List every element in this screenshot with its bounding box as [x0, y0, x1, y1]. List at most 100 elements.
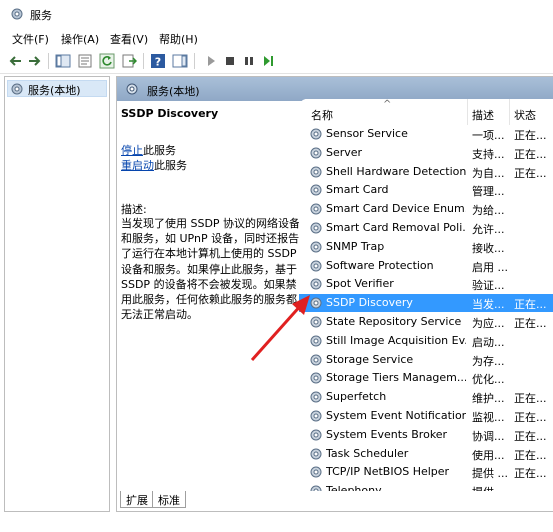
service-name: Smart Card Removal Poli... [326, 221, 466, 234]
panel-header-title: 服务(本地) [147, 85, 200, 98]
service-status: 正在... [514, 129, 547, 142]
service-row[interactable]: Shell Hardware Detection 为自... 正在... [299, 163, 553, 181]
services-list[interactable]: ^ 名称 描述 状态 Sensor Service 一项... 正在... Serve… [299, 99, 553, 491]
service-name: TCP/IP NetBIOS Helper [326, 465, 450, 479]
stop-service-row: 停止此服务 [121, 142, 176, 158]
service-gear-icon [310, 128, 322, 140]
service-row[interactable]: Task Scheduler 使用... 正在... [299, 445, 553, 463]
service-row[interactable]: Spot Verifier 验证... [299, 275, 553, 293]
service-description: 允许... [472, 223, 505, 236]
show-hide-action-pane-icon[interactable] [172, 53, 188, 69]
menu-view[interactable]: 查看(V) [110, 31, 148, 47]
service-gear-icon [310, 466, 322, 478]
menu-action[interactable]: 操作(A) [61, 31, 99, 47]
menu-bar: 文件(F) 操作(A) 查看(V) 帮助(H) [0, 28, 553, 48]
service-gear-icon [310, 391, 322, 403]
service-name: Smart Card [326, 183, 389, 197]
properties-sheet-icon[interactable] [77, 53, 93, 69]
description-label: 描述: [121, 203, 147, 216]
service-row[interactable]: Still Image Acquisition Ev... 启动... [299, 332, 553, 350]
service-row[interactable]: Sensor Service 一项... 正在... [299, 125, 553, 143]
service-gear-icon [310, 316, 322, 328]
service-row[interactable]: Storage Tiers Managem... 优化... [299, 369, 553, 387]
service-status: 正在... [514, 429, 547, 443]
service-gear-icon [310, 448, 322, 460]
service-description: 维护... [472, 392, 505, 406]
service-gear-icon [310, 372, 322, 384]
service-gear-icon [310, 222, 322, 234]
start-service-icon[interactable] [203, 53, 219, 69]
service-description: 监视... [472, 411, 505, 424]
column-name[interactable]: 名称 [311, 107, 333, 123]
help-icon[interactable]: ? [150, 53, 166, 69]
service-status: 正在... [514, 392, 547, 406]
service-row[interactable]: Smart Card Removal Poli... 允许... [299, 219, 553, 237]
service-gear-icon [310, 297, 322, 309]
toolbar: ? [0, 48, 553, 74]
service-name: Superfetch [326, 390, 387, 404]
service-gear-icon [310, 203, 322, 215]
service-name: SNMP Trap [326, 239, 385, 253]
column-status[interactable]: 状态 [514, 107, 536, 123]
service-gear-icon [310, 354, 322, 366]
sort-ascending-icon: ^ [383, 99, 392, 110]
tab-standard[interactable]: 标准 [152, 491, 186, 508]
stop-service-icon[interactable] [222, 53, 238, 69]
column-description[interactable]: 描述 [472, 107, 494, 123]
service-name: Server [326, 145, 363, 159]
view-tabs: 扩展 标准 [116, 489, 553, 509]
service-description: 为存... [472, 354, 505, 368]
restart-service-suffix: 此服务 [154, 159, 187, 172]
service-row[interactable]: Storage Service 为存... [299, 351, 553, 369]
services-gear-icon [126, 83, 138, 95]
service-status: 正在... [514, 147, 547, 161]
restart-service-icon[interactable] [260, 53, 276, 69]
service-gear-icon [310, 260, 322, 272]
service-row[interactable]: System Event Notification... 监视... 正在... [299, 407, 553, 425]
service-description: 管理... [472, 185, 505, 199]
service-gear-icon [310, 147, 322, 159]
services-panel: 服务(本地) SSDP Discovery 停止此服务 重启动此服务 描述: 当… [116, 76, 553, 512]
service-description: 启动... [472, 335, 505, 349]
back-arrow-icon[interactable] [8, 53, 24, 69]
service-status: 正在... [514, 298, 547, 312]
column-divider[interactable] [509, 99, 510, 125]
column-divider[interactable] [467, 99, 468, 125]
service-row[interactable]: System Events Broker 协调... 正在... [299, 426, 553, 444]
service-description: 提供 ... [472, 467, 508, 481]
service-description: 验证... [472, 279, 505, 293]
console-tree-icon[interactable] [55, 53, 71, 69]
service-row[interactable]: Superfetch 维护... 正在... [299, 388, 553, 406]
refresh-icon[interactable] [99, 53, 115, 69]
restart-service-link[interactable]: 重启动 [121, 159, 154, 172]
service-row[interactable]: Smart Card Device Enum... 为给... [299, 200, 553, 218]
panel-header: 服务(本地) [117, 77, 553, 101]
forward-arrow-icon[interactable] [26, 53, 42, 69]
service-row[interactable]: Server 支持... 正在... [299, 144, 553, 162]
service-row[interactable]: State Repository Service 为应... 正在... [299, 313, 553, 331]
service-row[interactable]: SSDP Discovery 当发... 正在... [299, 294, 553, 313]
service-row[interactable]: TCP/IP NetBIOS Helper 提供 ... 正在... [299, 463, 553, 481]
service-row[interactable]: Smart Card 管理... [299, 181, 553, 199]
service-row[interactable]: SNMP Trap 接收... [299, 238, 553, 256]
service-name: Storage Service [326, 352, 414, 366]
service-name: Spot Verifier [326, 277, 394, 291]
stop-service-link[interactable]: 停止 [121, 144, 143, 157]
window-title: 服务 [30, 9, 52, 22]
pause-service-icon[interactable] [241, 53, 257, 69]
console-tree: 服务(本地) [4, 76, 110, 512]
menu-help[interactable]: 帮助(H) [159, 31, 198, 47]
export-list-icon[interactable] [121, 53, 137, 69]
service-name: Shell Hardware Detection [326, 164, 466, 178]
service-description: 使用... [472, 448, 505, 462]
tab-extended[interactable]: 扩展 [120, 491, 154, 508]
service-gear-icon [310, 184, 322, 196]
service-name: SSDP Discovery [326, 296, 413, 310]
description-text: 当发现了使用 SSDP 协议的网络设备和服务，如 UPnP 设备，同时还报告了运… [121, 217, 301, 322]
tree-item-services-local[interactable]: 服务(本地) [7, 80, 107, 97]
service-description: 为自... [472, 166, 505, 180]
services-gear-icon [11, 8, 23, 20]
menu-file[interactable]: 文件(F) [12, 31, 49, 47]
service-name: Storage Tiers Managem... [326, 371, 466, 385]
service-row[interactable]: Software Protection 启用 ... [299, 257, 553, 275]
